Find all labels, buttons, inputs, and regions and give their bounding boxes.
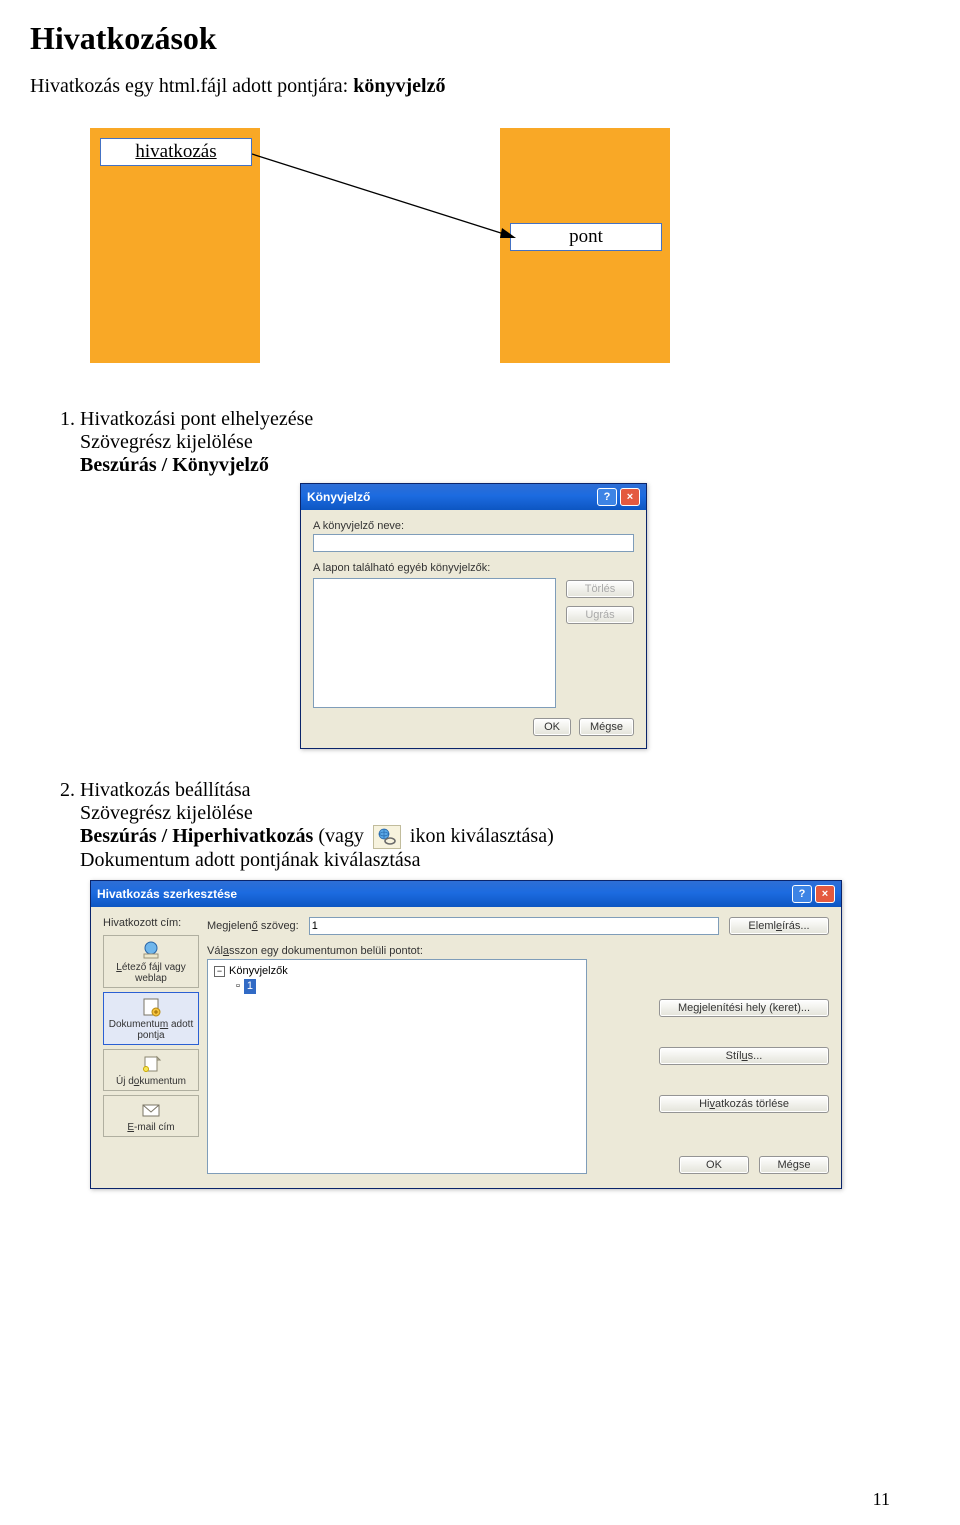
step2-line-b-pre: Beszúrás / Hiperhivatkozás [80, 825, 313, 847]
delete-button[interactable]: Törlés [566, 580, 634, 598]
diagram-label-link: hivatkozás [100, 138, 252, 166]
intro-text: Hivatkozás egy html.fájl adott pontjára: [30, 75, 353, 97]
step1-line-a: Szövegrész kijelölése [80, 431, 930, 454]
side-item-label: Dokumentum adott pontja [109, 1019, 194, 1041]
dialog-hyperlink-titlebar[interactable]: Hivatkozás szerkesztése ? × [91, 881, 841, 907]
step-1: Hivatkozási pont elhelyezése Szövegrész … [80, 408, 930, 477]
intro-bold: könyvjelző [353, 75, 445, 97]
tree-selected-item[interactable]: 1 [244, 979, 256, 994]
page-number: 11 [873, 1489, 890, 1510]
link-to-label: Hivatkozott cím: [103, 917, 199, 929]
dialog-hyperlink: Hivatkozás szerkesztése ? × Hivatkozott … [90, 880, 842, 1189]
side-item-email[interactable]: E-mail cím [103, 1095, 199, 1137]
document-tree[interactable]: − Könyvjelzők ▫ 1 [207, 959, 587, 1174]
step2-title: Hivatkozás beállítása [80, 779, 251, 801]
dialog-hyperlink-title: Hivatkozás szerkesztése [97, 887, 237, 901]
bookmark-name-label: A könyvjelző neve: [313, 520, 634, 532]
diagram-arrow [252, 148, 516, 248]
side-item-label: Új dokumentum [116, 1076, 186, 1087]
remove-link-button[interactable]: Hivatkozás törlése [659, 1095, 829, 1113]
screentip-button[interactable]: Elemleírás... [729, 917, 829, 935]
bookmark-diagram: hivatkozás pont [30, 118, 930, 388]
cancel-button[interactable]: Mégse [579, 718, 634, 736]
dialog-bookmark-title: Könyvjelző [307, 490, 370, 504]
tree-root-label: Könyvjelzők [229, 964, 288, 979]
step1-title: Hivatkozási pont elhelyezése [80, 408, 313, 430]
help-icon[interactable]: ? [792, 885, 812, 903]
tree-collapse-icon[interactable]: − [214, 966, 225, 977]
goto-button[interactable]: Ugrás [566, 606, 634, 624]
bookmark-listbox[interactable] [313, 578, 556, 708]
display-text-input[interactable] [309, 917, 719, 935]
pick-point-label: Válasszon egy dokumentumon belüli pontot… [207, 945, 829, 957]
intro-line: Hivatkozás egy html.fájl adott pontjára:… [30, 75, 930, 98]
diagram-label-point: pont [510, 223, 662, 251]
tree-bullet-icon: ▫ [236, 979, 240, 994]
step2-line-b-mid: (vagy [313, 825, 369, 847]
ok-button[interactable]: OK [679, 1156, 749, 1174]
hyperlink-toolbar-icon [373, 825, 401, 849]
step-2: Hivatkozás beállítása Szövegrész kijelöl… [80, 779, 930, 872]
close-icon[interactable]: × [620, 488, 640, 506]
dialog-bookmark: Könyvjelző ? × A könyvjelző neve: A lapo… [300, 483, 647, 749]
side-item-label: Létező fájl vagy weblap [116, 962, 186, 984]
style-button[interactable]: Stílus... [659, 1047, 829, 1065]
side-item-new-doc[interactable]: Új dokumentum [103, 1049, 199, 1091]
side-item-place-in-doc[interactable]: Dokumentum adott pontja [103, 992, 199, 1045]
ok-button[interactable]: OK [533, 718, 571, 736]
display-text-label: Megjelenő szöveg: [207, 920, 299, 932]
bookmark-name-input[interactable] [313, 534, 634, 552]
side-item-existing-file[interactable]: Létező fájl vagy weblap [103, 935, 199, 988]
step2-line-c: Dokumentum adott pontjának kiválasztása [80, 849, 930, 872]
step2-line-a: Szövegrész kijelölése [80, 802, 930, 825]
target-frame-button[interactable]: Megjelenítési hely (keret)... [659, 999, 829, 1017]
step2-line-b-post: ikon kiválasztása) [405, 825, 554, 847]
page-title: Hivatkozások [30, 20, 930, 57]
bookmark-list-label: A lapon található egyéb könyvjelzők: [313, 562, 634, 574]
step2-line-b: Beszúrás / Hiperhivatkozás (vagy ikon ki… [80, 825, 930, 849]
close-icon[interactable]: × [815, 885, 835, 903]
dialog-bookmark-titlebar[interactable]: Könyvjelző ? × [301, 484, 646, 510]
cancel-button[interactable]: Mégse [759, 1156, 829, 1174]
step1-line-b: Beszúrás / Könyvjelző [80, 454, 930, 477]
side-item-label: E-mail cím [127, 1122, 174, 1133]
help-icon[interactable]: ? [597, 488, 617, 506]
